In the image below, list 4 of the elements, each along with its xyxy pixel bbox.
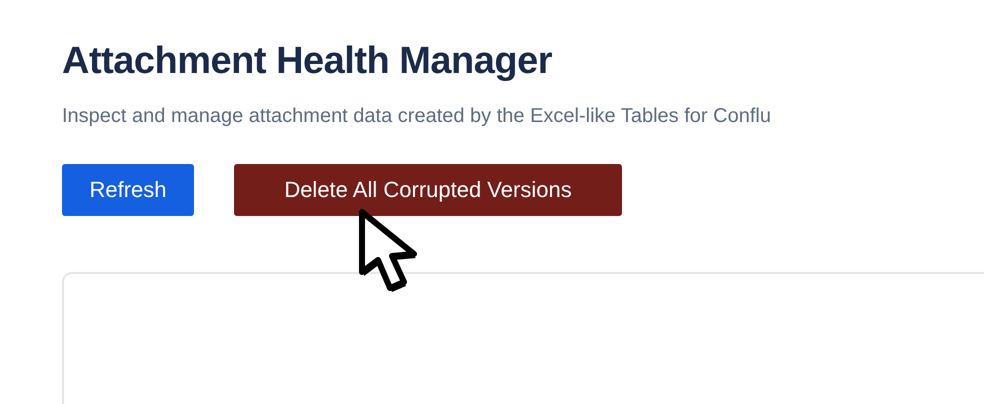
page-title: Attachment Health Manager [62, 40, 554, 83]
refresh-button[interactable]: Refresh [62, 164, 194, 216]
delete-button[interactable]: Delete All Corrupted Versions [234, 164, 622, 216]
page-description: Inspect and manage attachment data created by the Excel-like Tables for Conflu [62, 105, 772, 128]
